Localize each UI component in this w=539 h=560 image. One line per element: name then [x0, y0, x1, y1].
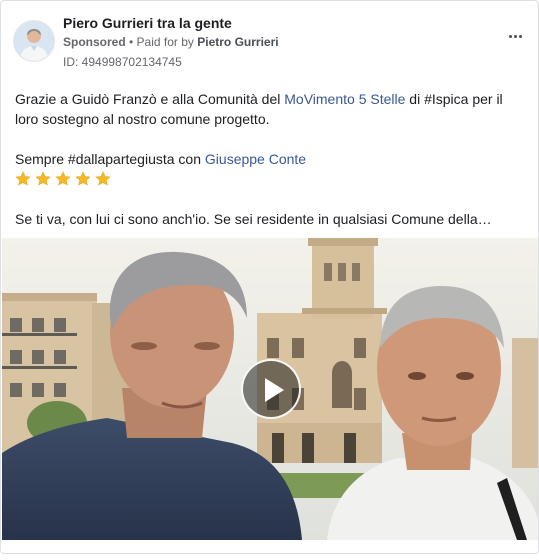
body-paragraph-1: Grazie a Guidò Franzò e alla Comunità de…: [15, 89, 524, 129]
paid-for-by-label: Paid for by: [136, 35, 198, 49]
star-emoji-icon: [15, 171, 31, 186]
payer-name[interactable]: Pietro Gurrieri: [197, 35, 278, 49]
post-body: Grazie a Guidò Franzò e alla Comunità de…: [15, 89, 524, 229]
star-emoji-icon: [95, 171, 111, 186]
more-options-button[interactable]: [504, 29, 526, 43]
sponsored-label[interactable]: Sponsored: [63, 35, 126, 49]
star-emoji-icon: [35, 171, 51, 186]
body-paragraph-3: Se ti va, con lui ci sono anch'io. Se se…: [15, 211, 492, 227]
ad-id-label: ID:: [63, 55, 82, 69]
star-emoji-icon: [55, 171, 71, 186]
sponsored-line: Sponsored • Paid for by Pietro Gurrieri: [63, 35, 279, 49]
more-horizontal-icon: [508, 34, 522, 38]
star-emoji-icon: [75, 171, 91, 186]
ad-id-value: 494998702134745: [81, 55, 182, 69]
body-text-segment: Sempre #dallapartegiusta con: [15, 151, 205, 167]
video-thumbnail[interactable]: [2, 238, 538, 540]
play-icon: [265, 378, 284, 402]
separator-dot: •: [125, 35, 137, 49]
movimento-5-stelle-link[interactable]: MoVimento 5 Stelle: [284, 91, 405, 107]
page-name[interactable]: Piero Gurrieri tra la gente: [63, 15, 232, 31]
sponsored-post-card: Piero Gurrieri tra la gente Sponsored • …: [0, 0, 539, 554]
post-header: Piero Gurrieri tra la gente Sponsored • …: [13, 11, 526, 71]
page-avatar[interactable]: [13, 20, 55, 62]
avatar-image: [14, 21, 54, 61]
body-paragraph-2: Sempre #dallapartegiusta con Giuseppe Co…: [15, 149, 524, 169]
play-button[interactable]: [241, 359, 301, 419]
ad-id: ID: 494998702134745: [63, 55, 182, 69]
giuseppe-conte-link[interactable]: Giuseppe Conte: [205, 151, 306, 167]
body-text-segment: Grazie a Guidò Franzò e alla Comunità de…: [15, 91, 285, 107]
star-emoji-row: [15, 169, 524, 189]
